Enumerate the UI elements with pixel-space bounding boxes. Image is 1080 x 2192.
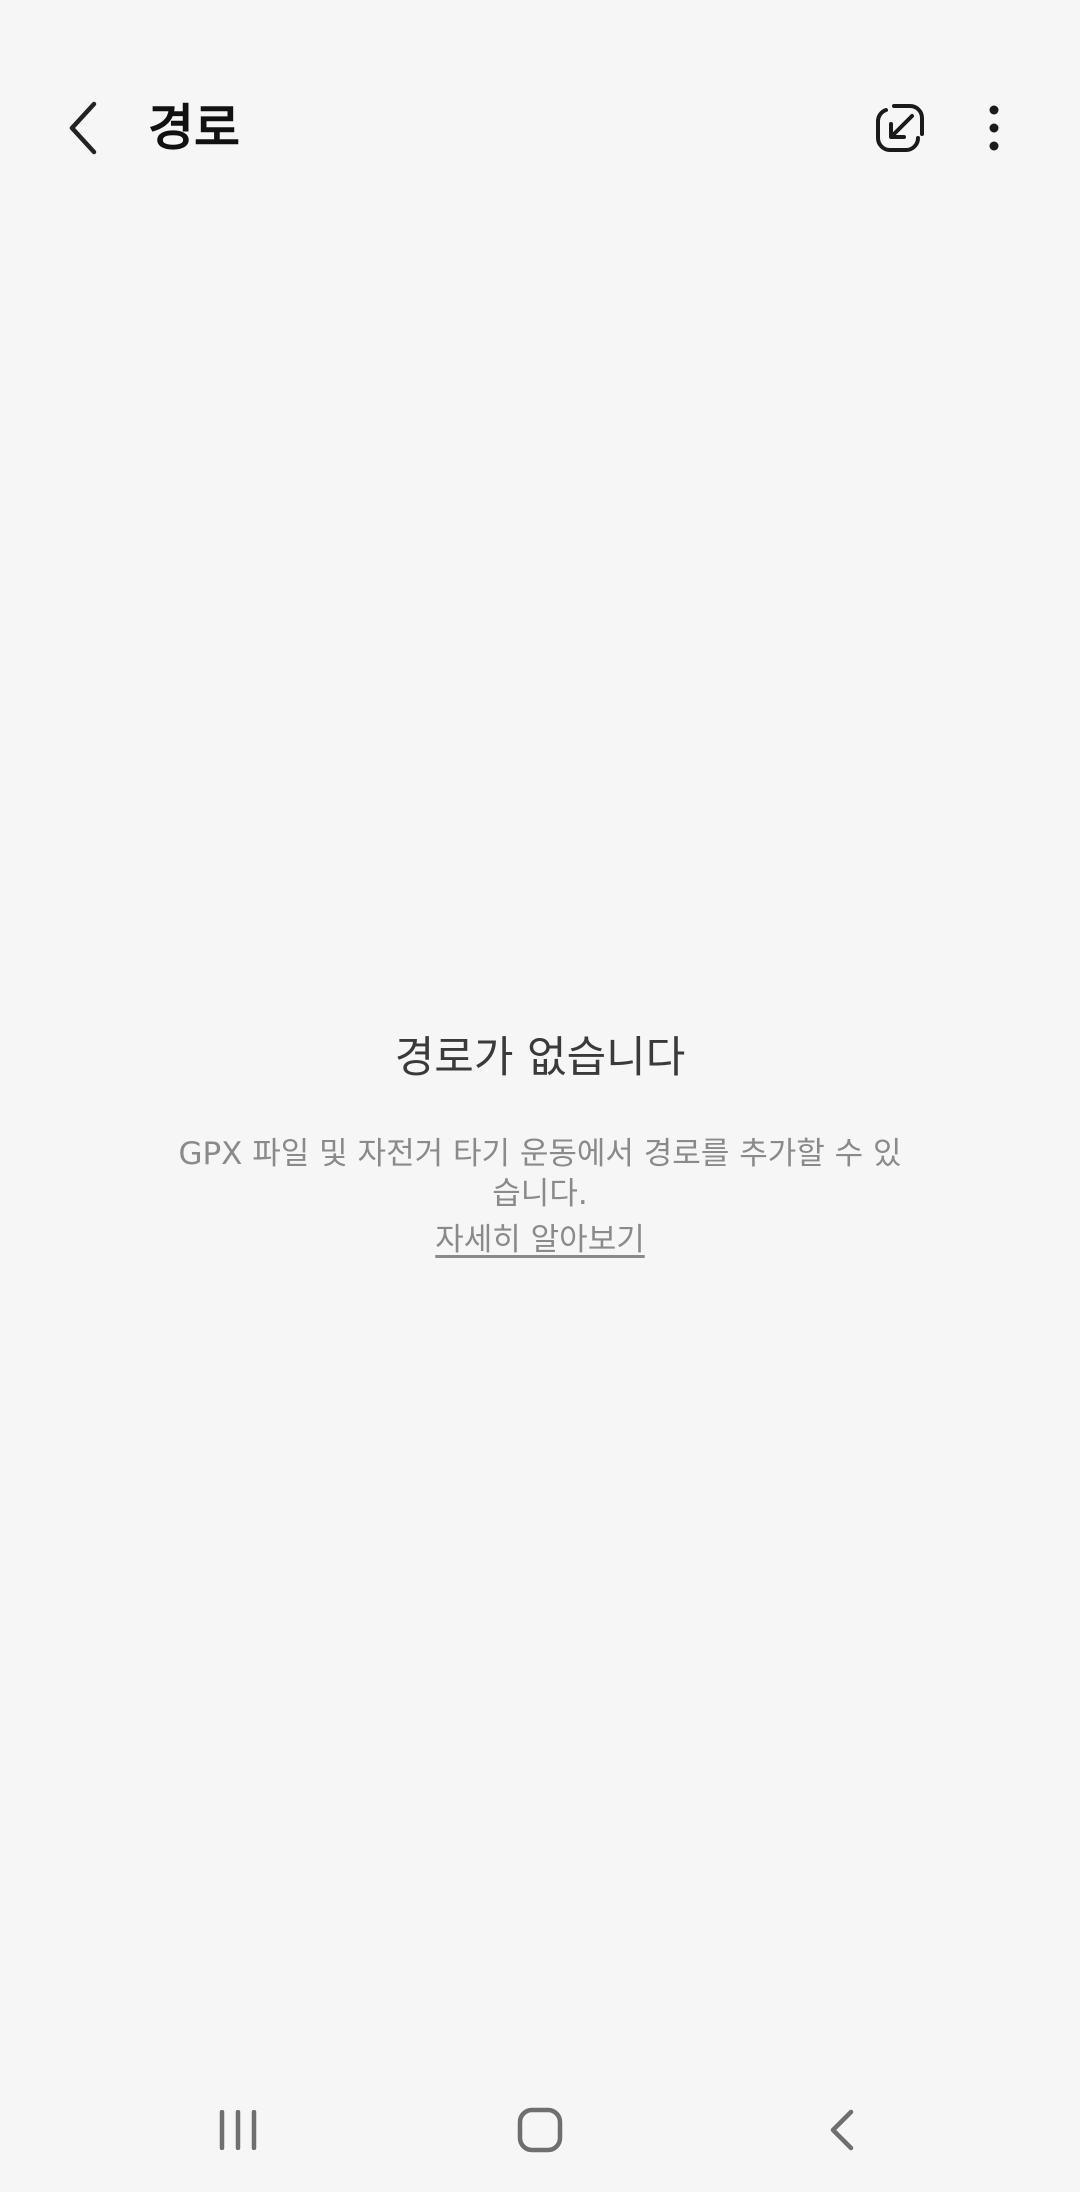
import-route-button[interactable] [868,96,932,160]
empty-state-description: GPX 파일 및 자전거 타기 운동에서 경로를 추가할 수 있습니다. [178,1136,902,1212]
navigation-bar [0,2090,1080,2170]
home-button[interactable] [490,2090,590,2170]
more-options-icon [989,105,999,151]
nav-back-button[interactable] [792,2090,892,2170]
home-icon [517,2107,563,2153]
import-route-icon [876,104,924,152]
back-button[interactable] [52,96,116,160]
learn-more-link[interactable]: 자세히 알아보기 [435,1220,645,1260]
app-bar: 경로 [0,60,1080,196]
empty-state-title: 경로가 없습니다 [394,1033,686,1083]
empty-state: 경로가 없습니다 GPX 파일 및 자전거 타기 운동에서 경로를 추가할 수 … [0,1020,1080,1260]
more-options-button[interactable] [962,96,1026,160]
recents-icon [219,2110,257,2150]
back-arrow-icon [69,101,97,155]
back-icon [830,2109,854,2151]
page-title: 경로 [148,99,240,157]
recents-button[interactable] [188,2090,288,2170]
